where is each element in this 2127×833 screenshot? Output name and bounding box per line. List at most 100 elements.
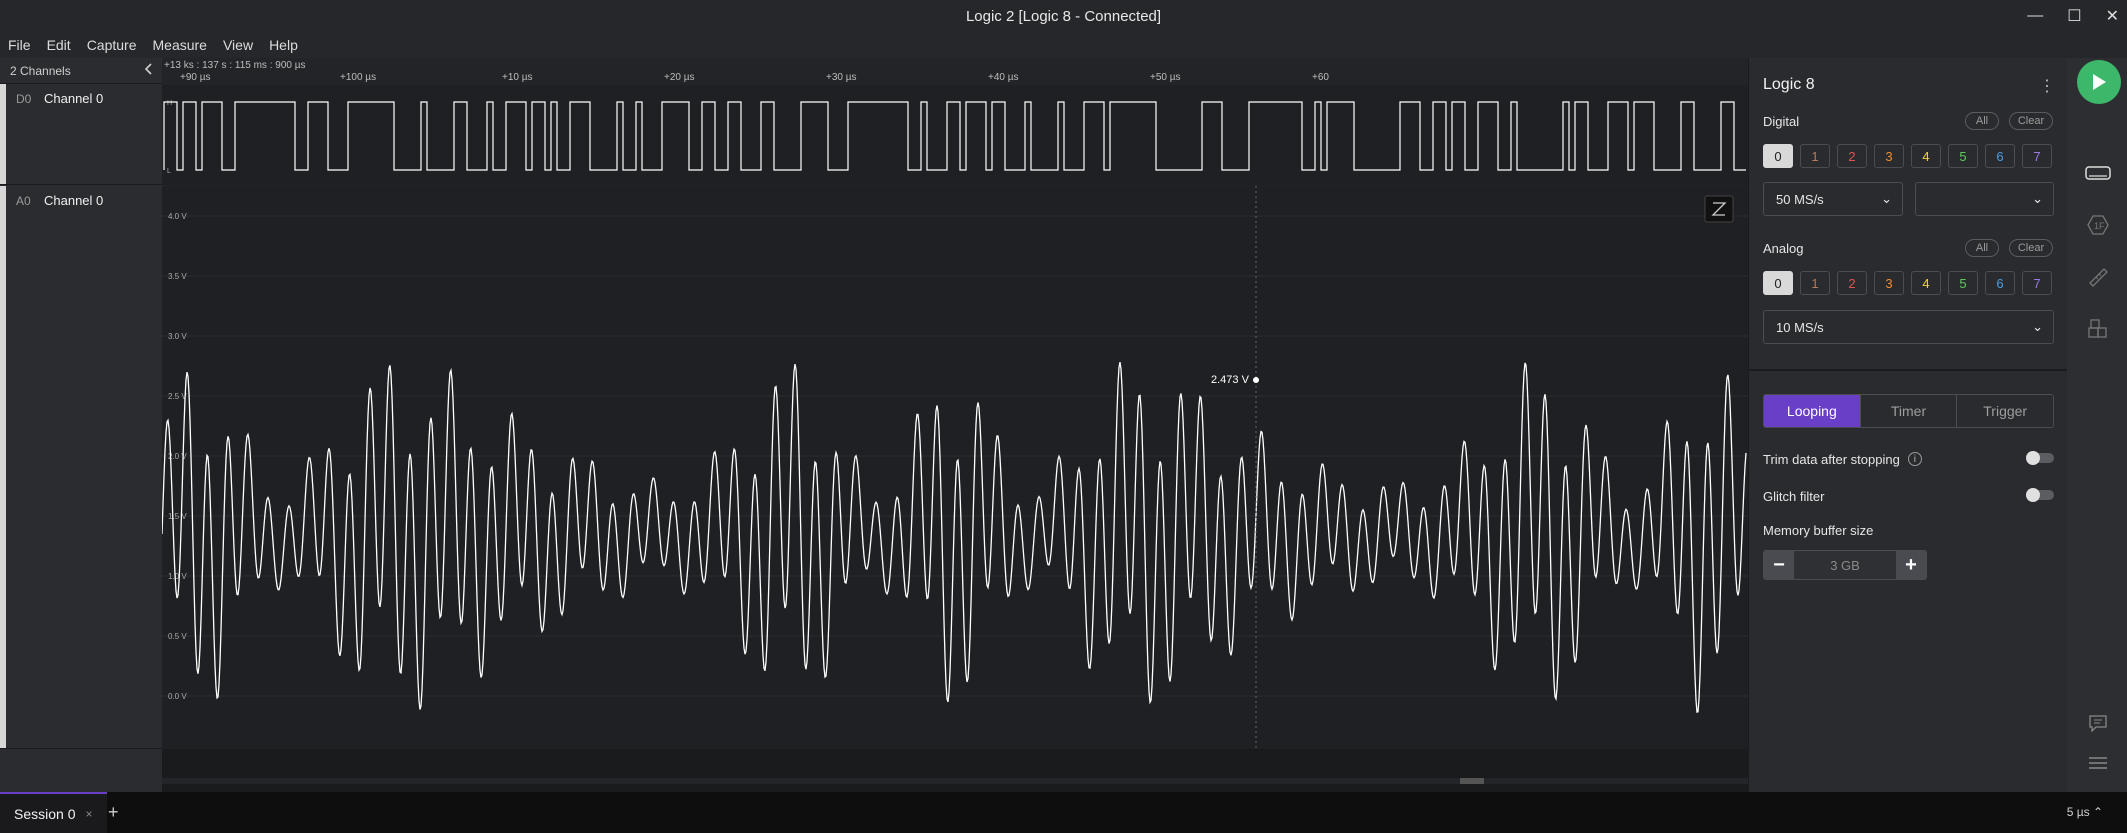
digital-sample-rate-value: 50 MS/s — [1776, 191, 1824, 207]
analog-channel-chip-0[interactable]: 0 — [1763, 271, 1793, 295]
analog-section-label: Analog — [1763, 241, 1804, 256]
close-tab-icon[interactable]: × — [85, 807, 92, 821]
memory-value[interactable]: 3 GB — [1794, 551, 1896, 579]
y-axis-label: 1.5 V — [168, 512, 187, 521]
info-icon[interactable]: i — [1907, 452, 1922, 466]
capture-mode-tabs: Looping Timer Trigger — [1763, 394, 2054, 428]
window-title: Logic 2 [Logic 8 - Connected] — [965, 7, 1162, 25]
channel-name[interactable]: Channel 0 — [44, 91, 103, 106]
y-axis-label: 3.0 V — [168, 332, 187, 341]
analog-channel-chip-5[interactable]: 5 — [1948, 271, 1978, 295]
digital-low-label: L — [167, 168, 171, 175]
analog-sample-rate-select[interactable]: 10 MS/s ⌄ — [1763, 310, 2054, 344]
analog-channel-chip-6[interactable]: 6 — [1985, 271, 2015, 295]
menu-view[interactable]: View — [223, 37, 253, 53]
tab-timer[interactable]: Timer — [1859, 395, 1957, 427]
y-axis-label: 3.5 V — [168, 272, 187, 281]
menu-edit[interactable]: Edit — [47, 37, 71, 53]
close-icon[interactable]: ✕ — [2106, 6, 2119, 26]
digital-clear-button[interactable]: Clear — [2009, 112, 2053, 130]
tool-rail: 1F — [2067, 58, 2127, 792]
digital-channel-chip-3[interactable]: 3 — [1874, 144, 1904, 168]
channel-count: 2 Channels — [10, 63, 71, 78]
glitch-label: Glitch filter — [1763, 488, 1825, 504]
memory-stepper: − 3 GB + — [1763, 550, 1927, 580]
timeline-tick-label: +60 — [1312, 72, 1329, 83]
maximize-icon[interactable]: ☐ — [2067, 6, 2081, 26]
timeline-origin: +13 ks : 137 s : 115 ms : 900 µs — [164, 60, 305, 71]
trim-toggle[interactable] — [2026, 451, 2054, 465]
chevron-down-icon: ⌄ — [1881, 191, 1892, 206]
digital-channel-chip-5[interactable]: 5 — [1948, 144, 1978, 168]
analog-all-button[interactable]: All — [1965, 239, 1999, 257]
scrollbar-thumb[interactable] — [1460, 778, 1484, 784]
menu-file[interactable]: File — [8, 37, 31, 53]
measurements-ruler-icon[interactable] — [2085, 266, 2111, 288]
timeline-tick-label: +10 µs — [502, 72, 533, 83]
trim-option: Trim data after stopping i — [1763, 449, 2054, 469]
digital-high-label: H — [167, 100, 172, 107]
channel-row-d0[interactable]: D0 Channel 0 — [0, 84, 162, 185]
glitch-toggle[interactable] — [2026, 488, 2054, 502]
digital-channel-chip-0[interactable]: 0 — [1763, 144, 1793, 168]
collapse-chevron-icon[interactable] — [144, 63, 154, 78]
chevron-down-icon: ⌄ — [2032, 191, 2043, 206]
menu-lines-icon[interactable] — [2085, 752, 2111, 774]
menu-capture[interactable]: Capture — [87, 37, 137, 53]
svg-text:1F: 1F — [2094, 221, 2105, 231]
channel-tag: A0 — [16, 194, 31, 208]
add-session-button[interactable]: + — [108, 802, 119, 823]
analog-channel-chip-7[interactable]: 7 — [2022, 271, 2052, 295]
channel-list-header: 2 Channels — [0, 58, 162, 84]
y-axis-label: 4.0 V — [168, 212, 187, 221]
analog-clear-button[interactable]: Clear — [2009, 239, 2053, 257]
digital-all-button[interactable]: All — [1965, 112, 1999, 130]
extensions-icon[interactable] — [2085, 318, 2111, 340]
device-icon[interactable] — [2085, 162, 2111, 184]
minimize-icon[interactable]: — — [2027, 7, 2043, 25]
analog-channel-chip-3[interactable]: 3 — [1874, 271, 1904, 295]
tab-looping[interactable]: Looping — [1764, 395, 1860, 427]
analog-channel-chip-1[interactable]: 1 — [1800, 271, 1830, 295]
analyzers-icon[interactable]: 1F — [2085, 214, 2111, 236]
digital-channel-chip-4[interactable]: 4 — [1911, 144, 1941, 168]
plus-button[interactable]: + — [1896, 551, 1926, 579]
timeline-tick-label: +40 µs — [988, 72, 1019, 83]
notes-icon[interactable] — [2085, 712, 2111, 734]
start-capture-button[interactable] — [2077, 60, 2121, 104]
cursor-point[interactable] — [1253, 377, 1259, 383]
digital-section-label: Digital — [1763, 114, 1800, 129]
minus-button[interactable]: − — [1764, 551, 1794, 579]
cursor-value-label: 2.473 V — [1211, 374, 1250, 386]
tab-trigger[interactable]: Trigger — [1956, 395, 2053, 427]
digital-sample-rate-select[interactable]: 50 MS/s ⌄ — [1763, 182, 1903, 216]
analog-channel-chips: 01234567 — [1763, 271, 2052, 295]
digital-channel-chip-1[interactable]: 1 — [1800, 144, 1830, 168]
channel-list: 2 Channels D0 Channel 0 A0 Channel 0 — [0, 58, 162, 792]
more-vertical-icon[interactable]: ⋮ — [2039, 76, 2055, 96]
channel-row-a0[interactable]: A0 Channel 0 — [0, 186, 162, 749]
timeline-tick-label: +100 µs — [340, 72, 376, 83]
digital-threshold-select[interactable]: ⌄ — [1915, 182, 2054, 216]
menu-bar: File Edit Capture Measure View Help — [0, 32, 2127, 58]
play-icon — [2093, 74, 2106, 90]
measure-toggle-icon[interactable] — [1704, 195, 1734, 223]
analog-channel-chip-2[interactable]: 2 — [1837, 271, 1867, 295]
analog-channel-chip-4[interactable]: 4 — [1911, 271, 1941, 295]
channel-color-stripe — [0, 186, 6, 748]
trim-label: Trim data after stopping — [1763, 451, 1900, 467]
waveform-view[interactable]: +13 ks : 137 s : 115 ms : 900 µs +90 µs +… — [162, 58, 1748, 792]
digital-channel-chip-6[interactable]: 6 — [1985, 144, 2015, 168]
timeline-tick-label: +30 µs — [826, 72, 857, 83]
menu-help[interactable]: Help — [269, 37, 298, 53]
digital-channel-chip-2[interactable]: 2 — [1837, 144, 1867, 168]
timeline-tick-label: +20 µs — [664, 72, 695, 83]
timeline-tick-label: +50 µs — [1150, 72, 1181, 83]
glitch-option: Glitch filter — [1763, 486, 2054, 506]
session-tab[interactable]: Session 0 × — [0, 792, 107, 833]
digital-channel-chip-7[interactable]: 7 — [2022, 144, 2052, 168]
menu-measure[interactable]: Measure — [153, 37, 207, 53]
device-name: Logic 8 — [1763, 76, 1815, 93]
channel-name[interactable]: Channel 0 — [44, 193, 103, 208]
zoom-level[interactable]: 5 µs ⌃ — [2067, 805, 2103, 819]
